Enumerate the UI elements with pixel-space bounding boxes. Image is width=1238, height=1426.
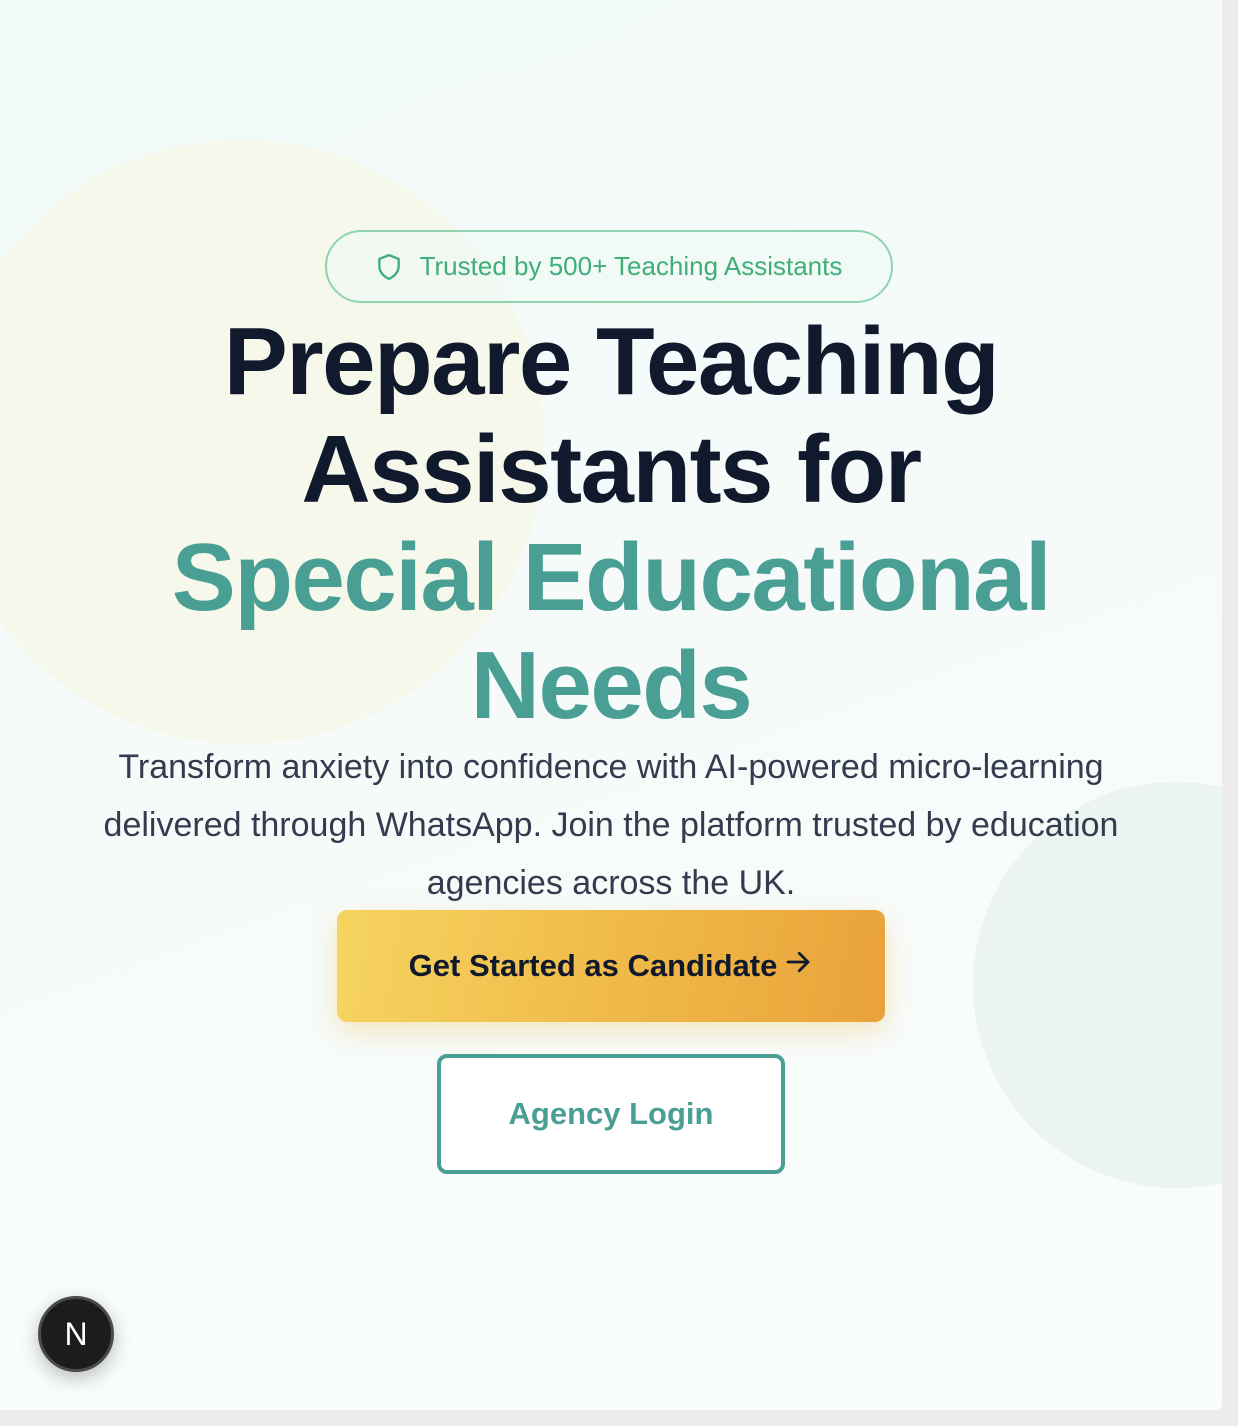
scrollbar-track[interactable] [1222, 0, 1238, 1426]
nextjs-dev-indicator-button[interactable]: N [38, 1296, 114, 1372]
headline-accent-line-2: Needs [470, 632, 753, 739]
shield-icon [376, 253, 402, 281]
page-headline: Prepare Teaching Assistants for Special … [0, 308, 1222, 740]
headline-accent-line-1: Special Educational [171, 524, 1052, 631]
get-started-candidate-button[interactable]: Get Started as Candidate [337, 910, 885, 1022]
headline-line-1: Prepare Teaching [223, 308, 1000, 415]
get-started-label: Get Started as Candidate [408, 948, 778, 983]
agency-login-label: Agency Login [508, 1096, 714, 1131]
dev-indicator-letter: N [64, 1315, 88, 1352]
headline-line-2: Assistants for [301, 416, 922, 523]
hero-subtitle: Transform anxiety into confidence with A… [103, 748, 1119, 902]
trust-badge: Trusted by 500+ Teaching Assistants [325, 230, 893, 303]
page-viewport: Trusted by 500+ Teaching Assistants Prep… [0, 0, 1222, 1410]
arrow-right-icon [783, 947, 813, 985]
trust-badge-text: Trusted by 500+ Teaching Assistants [419, 251, 843, 281]
agency-login-button[interactable]: Agency Login [437, 1054, 785, 1174]
